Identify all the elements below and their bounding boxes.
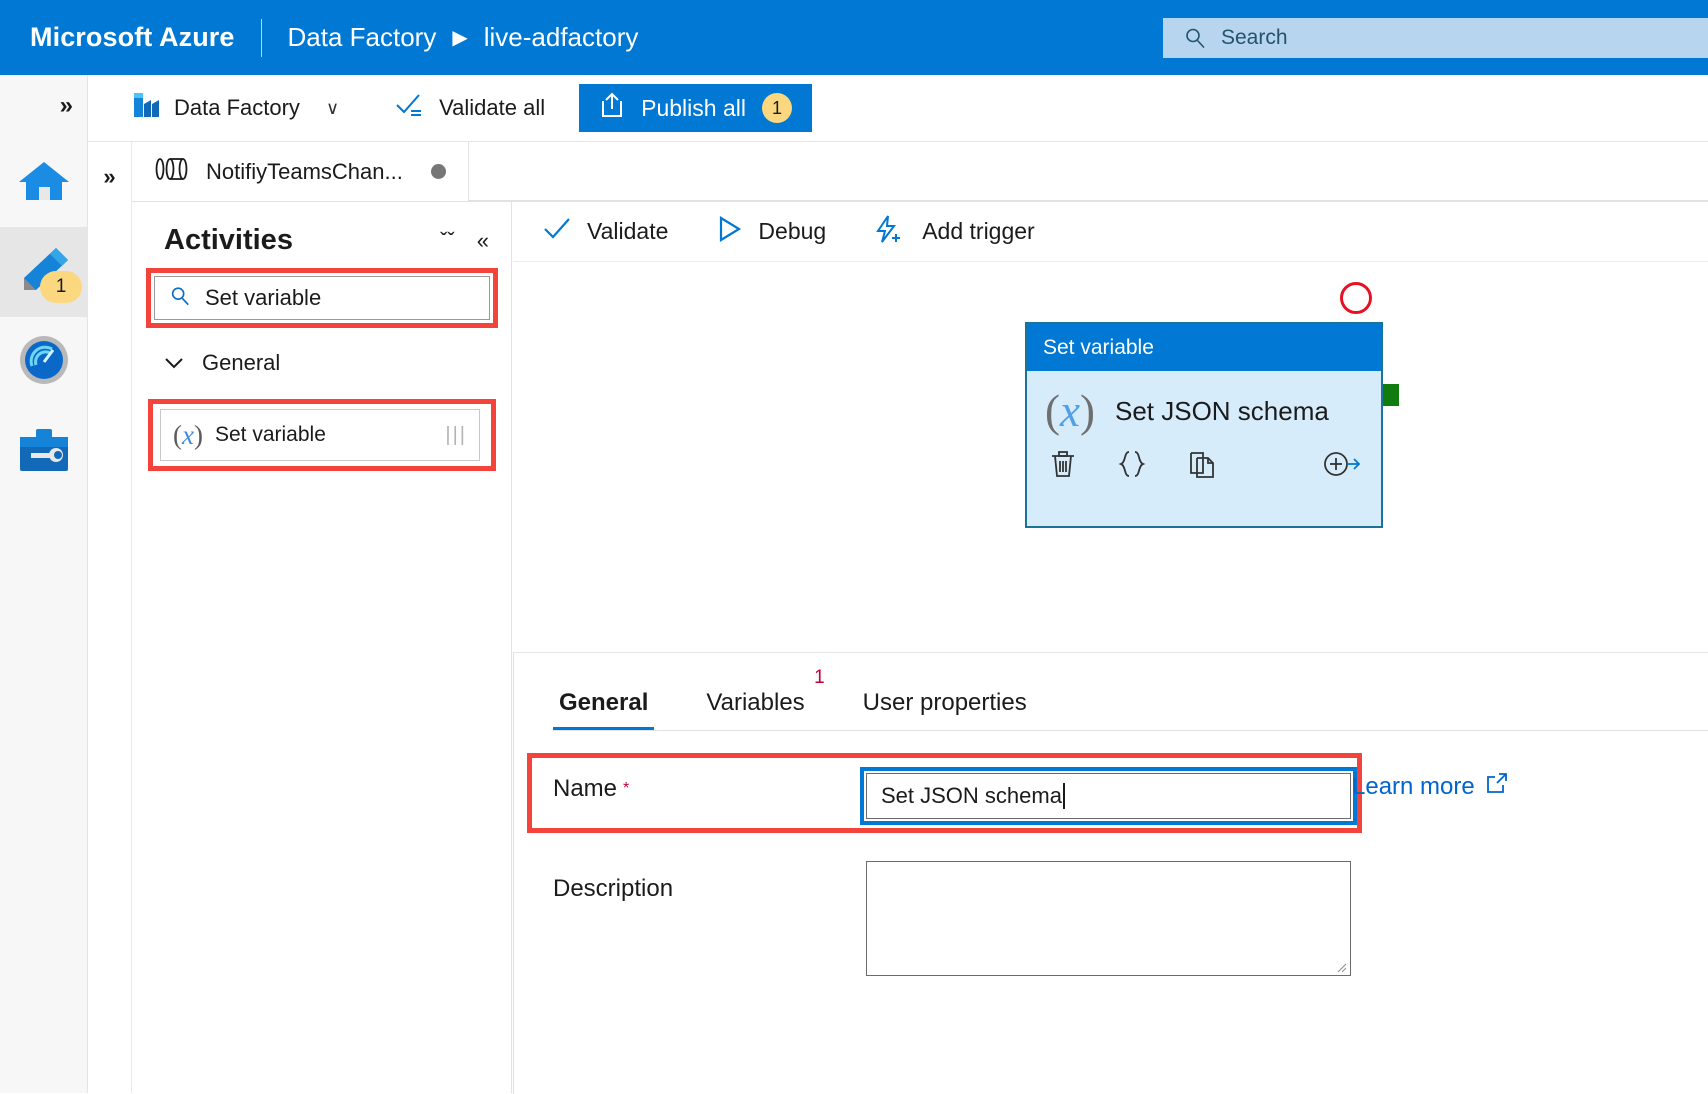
chevron-down-icon (164, 350, 184, 376)
factory-icon (130, 90, 160, 126)
publish-all-button[interactable]: Publish all 1 (579, 84, 812, 132)
activity-node-actions (1027, 437, 1381, 484)
factory-label: Data Factory (174, 95, 300, 121)
resize-grip-icon[interactable] (1335, 960, 1347, 972)
debug-button[interactable]: Debug (716, 215, 826, 249)
pipeline-tab-name: NotifiyTeamsChan... (206, 159, 403, 185)
command-bar: Data Factory ∨ Validate all Publish all … (88, 75, 1708, 142)
left-rail: » 1 (0, 75, 88, 1093)
activity-group-general[interactable]: General (164, 350, 280, 376)
success-output-port[interactable] (1381, 384, 1399, 406)
validation-error-circle (1340, 282, 1372, 314)
breadcrumb-live-adfactory[interactable]: live-adfactory (484, 22, 639, 53)
pipeline-tab-strip: NotifiyTeamsChan... (132, 142, 1708, 202)
global-search-input[interactable]: Search (1163, 18, 1708, 58)
search-icon (1183, 26, 1207, 50)
collapse-all-icon[interactable]: ˇˇ (440, 228, 455, 254)
text-caret (1063, 783, 1065, 809)
azure-brand[interactable]: Microsoft Azure (30, 22, 235, 53)
validate-all-button[interactable]: Validate all (387, 75, 553, 141)
activities-search-input[interactable]: Set variable (154, 276, 490, 320)
publish-count-badge: 1 (762, 93, 792, 123)
lightning-bolt-icon (874, 214, 906, 250)
canvas-toolbar: Validate Debug Add trigger (513, 202, 1708, 262)
activity-node-name: Set JSON schema (1115, 396, 1329, 427)
validate-button[interactable]: Validate (543, 217, 668, 247)
activity-node-set-variable[interactable]: Set variable (x) Set JSON schema (1025, 322, 1383, 528)
fx-icon: (x) (1045, 385, 1095, 437)
tab-strip-empty-area (469, 142, 1708, 201)
breadcrumb-data-factory[interactable]: Data Factory (288, 22, 437, 53)
delete-icon[interactable] (1049, 449, 1077, 484)
name-input-value: Set JSON schema (881, 783, 1062, 809)
check-icon (543, 217, 571, 247)
activity-node-type-label: Set variable (1027, 324, 1381, 371)
tab-user-properties[interactable]: User properties (857, 689, 1033, 731)
description-textarea[interactable] (866, 861, 1351, 976)
activities-panel: Activities ˇˇ « Set variable General (x)… (132, 202, 512, 1093)
sidebar-item-manage[interactable] (0, 407, 88, 497)
azure-top-bar: Microsoft Azure Data Factory ▶ live-adfa… (0, 0, 1708, 75)
sidebar-item-monitor[interactable] (0, 317, 88, 407)
brand-divider (261, 19, 262, 57)
pipeline-tab[interactable]: NotifiyTeamsChan... (132, 142, 469, 201)
pipeline-dirty-dot (431, 164, 446, 179)
play-triangle-icon (716, 215, 742, 249)
description-field-label: Description (553, 875, 673, 903)
search-icon (169, 285, 191, 312)
toolbox-icon (17, 427, 71, 478)
validate-all-label: Validate all (439, 95, 545, 121)
home-icon (17, 156, 71, 209)
tab-user-properties-label: User properties (863, 689, 1027, 716)
activity-group-label: General (202, 350, 280, 376)
tab-variables[interactable]: Variables 1 (700, 689, 810, 731)
sidebar-item-author[interactable]: 1 (0, 227, 88, 317)
breadcrumb-separator-icon: ▶ (452, 28, 467, 48)
activity-item-label: Set variable (215, 423, 326, 447)
tab-variables-badge: 1 (814, 667, 825, 689)
pipeline-icon (154, 156, 190, 187)
tab-general-label: General (559, 689, 648, 716)
chevron-down-icon[interactable]: ∨ (326, 98, 339, 119)
sidebar-item-home[interactable] (0, 137, 88, 227)
activity-properties-panel: General Variables 1 User properties Name… (513, 652, 1708, 1093)
rail-expand-button[interactable]: » (0, 75, 87, 137)
activities-search-value: Set variable (205, 285, 321, 311)
add-trigger-label: Add trigger (922, 218, 1035, 245)
tab-variables-label: Variables (706, 689, 804, 716)
author-badge: 1 (40, 271, 82, 303)
description-field-row: Description (553, 875, 673, 903)
activity-node-body: (x) Set JSON schema (1027, 371, 1381, 437)
collapse-panel-icon[interactable]: « (477, 228, 489, 254)
add-output-icon[interactable] (1323, 449, 1363, 484)
fx-icon: (x) (173, 420, 203, 451)
name-field-row: Name * (553, 775, 629, 803)
learn-more-label: Learn more (1352, 773, 1475, 801)
activity-item-set-variable[interactable]: (x) Set variable ||| (160, 409, 480, 461)
activities-header: Activities ˇˇ « (132, 202, 511, 257)
pipeline-explorer-expand-button[interactable]: » (88, 142, 132, 1093)
drag-handle-icon[interactable]: ||| (445, 424, 467, 447)
gauge-icon (18, 334, 70, 391)
pipeline-canvas[interactable]: Set variable (x) Set JSON schema (513, 262, 1708, 652)
validate-label: Validate (587, 218, 668, 245)
external-link-icon (1485, 771, 1509, 802)
global-search-placeholder: Search (1221, 26, 1288, 50)
clone-icon[interactable] (1187, 449, 1217, 484)
add-trigger-button[interactable]: Add trigger (874, 214, 1035, 250)
tab-general[interactable]: General (553, 689, 654, 731)
debug-label: Debug (758, 218, 826, 245)
properties-tabs: General Variables 1 User properties (513, 653, 1708, 731)
code-braces-icon[interactable] (1117, 449, 1147, 484)
page-title: Activities (164, 224, 293, 257)
name-input[interactable]: Set JSON schema (866, 773, 1351, 819)
publish-upload-icon (599, 91, 625, 125)
name-field-label: Name (553, 775, 617, 803)
factory-selector[interactable]: Data Factory ∨ (122, 75, 347, 141)
publish-all-label: Publish all (641, 95, 746, 122)
name-required-marker: * (623, 780, 629, 798)
tabs-underline (553, 730, 1708, 731)
validate-check-icon (395, 92, 425, 124)
learn-more-link[interactable]: Learn more (1352, 771, 1509, 802)
